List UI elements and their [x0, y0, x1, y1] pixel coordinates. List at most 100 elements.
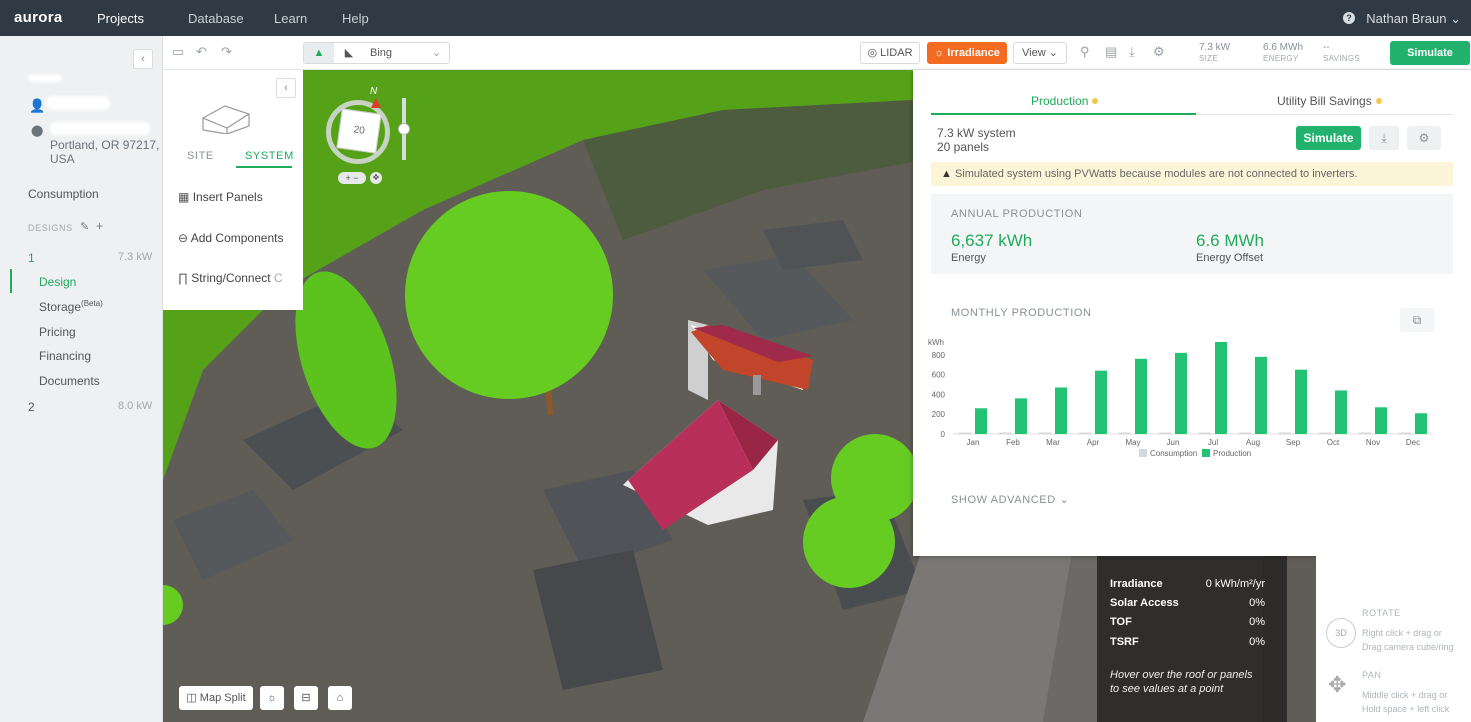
active-tab-underline [236, 166, 292, 168]
active-tab-underline [931, 113, 1196, 115]
map-split-label: Map Split [199, 692, 246, 704]
string-shortcut: C [273, 271, 283, 285]
tab-utility-bill-savings[interactable]: Utility Bill Savings [1277, 94, 1382, 108]
pan-arrows-icon: ✥ [1328, 672, 1347, 697]
energy-stat: 6.6 MWh ENERGY [1263, 42, 1303, 64]
string-connect-label: String/Connect [191, 271, 271, 285]
irradiance-info-overlay: Irradiance 0 kWh/m²/yr Solar Access 0% T… [1097, 556, 1287, 722]
production-bar [1015, 398, 1027, 434]
camera-cube[interactable]: 20 [336, 108, 382, 154]
copy-icon[interactable]: ⧉ [1400, 308, 1434, 332]
chevron-down-icon: ⌄ [1048, 47, 1058, 59]
undo-icon[interactable]: ↶ [196, 44, 207, 60]
lidar-icon: ◎ [867, 47, 878, 59]
x-tick-label: May [1125, 438, 1140, 447]
subnav-documents[interactable]: Documents [39, 374, 100, 388]
design-1-number[interactable]: 1 [28, 251, 35, 265]
panel-simulate-button[interactable]: Simulate [1296, 126, 1361, 150]
tilt-slider-handle[interactable] [398, 123, 410, 135]
sidebar-item-consumption[interactable]: Consumption [28, 187, 99, 201]
redo-icon[interactable]: ↷ [221, 44, 232, 60]
redacted-customer-name [46, 96, 110, 110]
string-connect-button[interactable]: ∏ String/Connect C [178, 271, 283, 285]
measure-icon[interactable]: ⊟ [294, 686, 318, 710]
chimney [753, 375, 761, 395]
add-components-button[interactable]: ⊖ Add Components [178, 231, 283, 245]
consumption-bar [1279, 432, 1291, 434]
north-label: N [370, 86, 378, 97]
irradiance-label: Irradiance [947, 47, 1000, 59]
map-view-selector[interactable]: ▲ ◣ Bing ⌄ [303, 42, 450, 64]
savings-value: -- [1323, 42, 1330, 53]
3d-view-icon[interactable]: ▲ [304, 43, 334, 63]
tree [803, 496, 895, 588]
design-2-number[interactable]: 2 [28, 400, 35, 414]
sun-icon[interactable]: ☼ [260, 686, 284, 710]
building-icon[interactable]: ⌂ [328, 686, 352, 710]
simulate-button[interactable]: Simulate [1390, 41, 1470, 65]
2d-view-icon[interactable]: ◣ [334, 43, 364, 63]
annual-energy-value: 6,637 kWh [951, 231, 1033, 250]
nav-projects[interactable]: Projects [97, 11, 144, 26]
x-tick-label: Jun [1167, 438, 1180, 447]
pencil-icon[interactable]: ✎ [80, 220, 89, 233]
plus-icon[interactable]: + [96, 219, 103, 233]
production-bar [1175, 352, 1187, 434]
beta-label: (Beta) [81, 299, 103, 308]
production-bar [1335, 390, 1347, 434]
subnav-storage[interactable]: Storage(Beta) [39, 299, 103, 314]
show-advanced-toggle[interactable]: SHOW ADVANCED ⌄ [951, 493, 1069, 506]
chevron-down-icon: ⌄ [1450, 11, 1461, 26]
chevron-down-icon: ⌄ [1059, 494, 1070, 506]
system-panel: ‹ SITE SYSTEM ▦ Insert Panels ⊖ Add Comp… [163, 70, 303, 310]
subnav-pricing[interactable]: Pricing [39, 325, 76, 339]
annual-production-card: ANNUAL PRODUCTION 6,637 kWh Energy 6.6 M… [931, 194, 1453, 274]
tab-system[interactable]: SYSTEM [245, 150, 294, 162]
x-tick-label: Aug [1246, 438, 1260, 447]
warning-text: Simulated system using PVWatts because m… [954, 168, 1358, 180]
component-icon: ⊖ [178, 231, 189, 245]
aurora-logo[interactable]: aurora [14, 9, 63, 26]
nav-database[interactable]: Database [188, 11, 244, 26]
map-source-select[interactable]: Bing [364, 43, 424, 63]
info-key: TOF [1110, 616, 1132, 628]
x-tick-label: Jan [967, 438, 980, 447]
x-tick-label: Mar [1046, 438, 1060, 447]
zoom-controls[interactable]: + − [338, 172, 366, 184]
download-icon[interactable]: ⤓ [1129, 44, 1135, 60]
user-menu[interactable]: Nathan Braun ⌄ [1366, 11, 1461, 27]
gear-icon[interactable]: ⚙ [1407, 126, 1441, 150]
top-navigation-bar: aurora Projects Database Learn Help ? Na… [0, 0, 1471, 36]
y-tick-label: 800 [932, 351, 946, 360]
question-icon[interactable]: ? [1343, 12, 1355, 24]
download-icon[interactable]: ⤓ [1369, 126, 1399, 150]
irradiance-button[interactable]: ☼ Irradiance [927, 42, 1007, 64]
y-tick-label: 400 [932, 390, 946, 399]
lidar-label: LIDAR [880, 47, 913, 59]
wrench-icon[interactable]: ⚲ [1080, 44, 1090, 60]
view-label: View [1022, 47, 1046, 59]
insert-panels-button[interactable]: ▦ Insert Panels [178, 190, 263, 204]
annual-production-heading: ANNUAL PRODUCTION [951, 208, 1083, 220]
subnav-design[interactable]: Design [39, 275, 76, 289]
address-country: USA [50, 152, 75, 166]
legend-swatch-production [1202, 449, 1210, 457]
nav-learn[interactable]: Learn [274, 11, 307, 26]
consumption-bar [959, 432, 971, 434]
map-split-button[interactable]: ◫ Map Split [179, 686, 253, 710]
nav-help[interactable]: Help [342, 11, 369, 26]
tab-production[interactable]: Production [1031, 94, 1099, 108]
lidar-button[interactable]: ◎ LIDAR [860, 42, 920, 64]
save-icon[interactable]: ▭ [172, 44, 184, 60]
locate-icon[interactable]: ✥ [370, 172, 382, 184]
sidebar-collapse-button[interactable]: ‹ [133, 49, 153, 69]
chevron-down-icon: ⌄ [431, 47, 442, 59]
camera-compass[interactable]: N 20 + − ✥ [326, 86, 416, 188]
tab-site[interactable]: SITE [187, 150, 214, 162]
subnav-financing[interactable]: Financing [39, 349, 91, 363]
consumption-bar [1039, 432, 1051, 434]
view-dropdown[interactable]: View ⌄ [1013, 42, 1067, 64]
panel-collapse-button[interactable]: ‹ [276, 78, 296, 98]
document-icon[interactable]: ▤ [1105, 44, 1117, 60]
gear-icon[interactable]: ⚙ [1153, 44, 1165, 60]
